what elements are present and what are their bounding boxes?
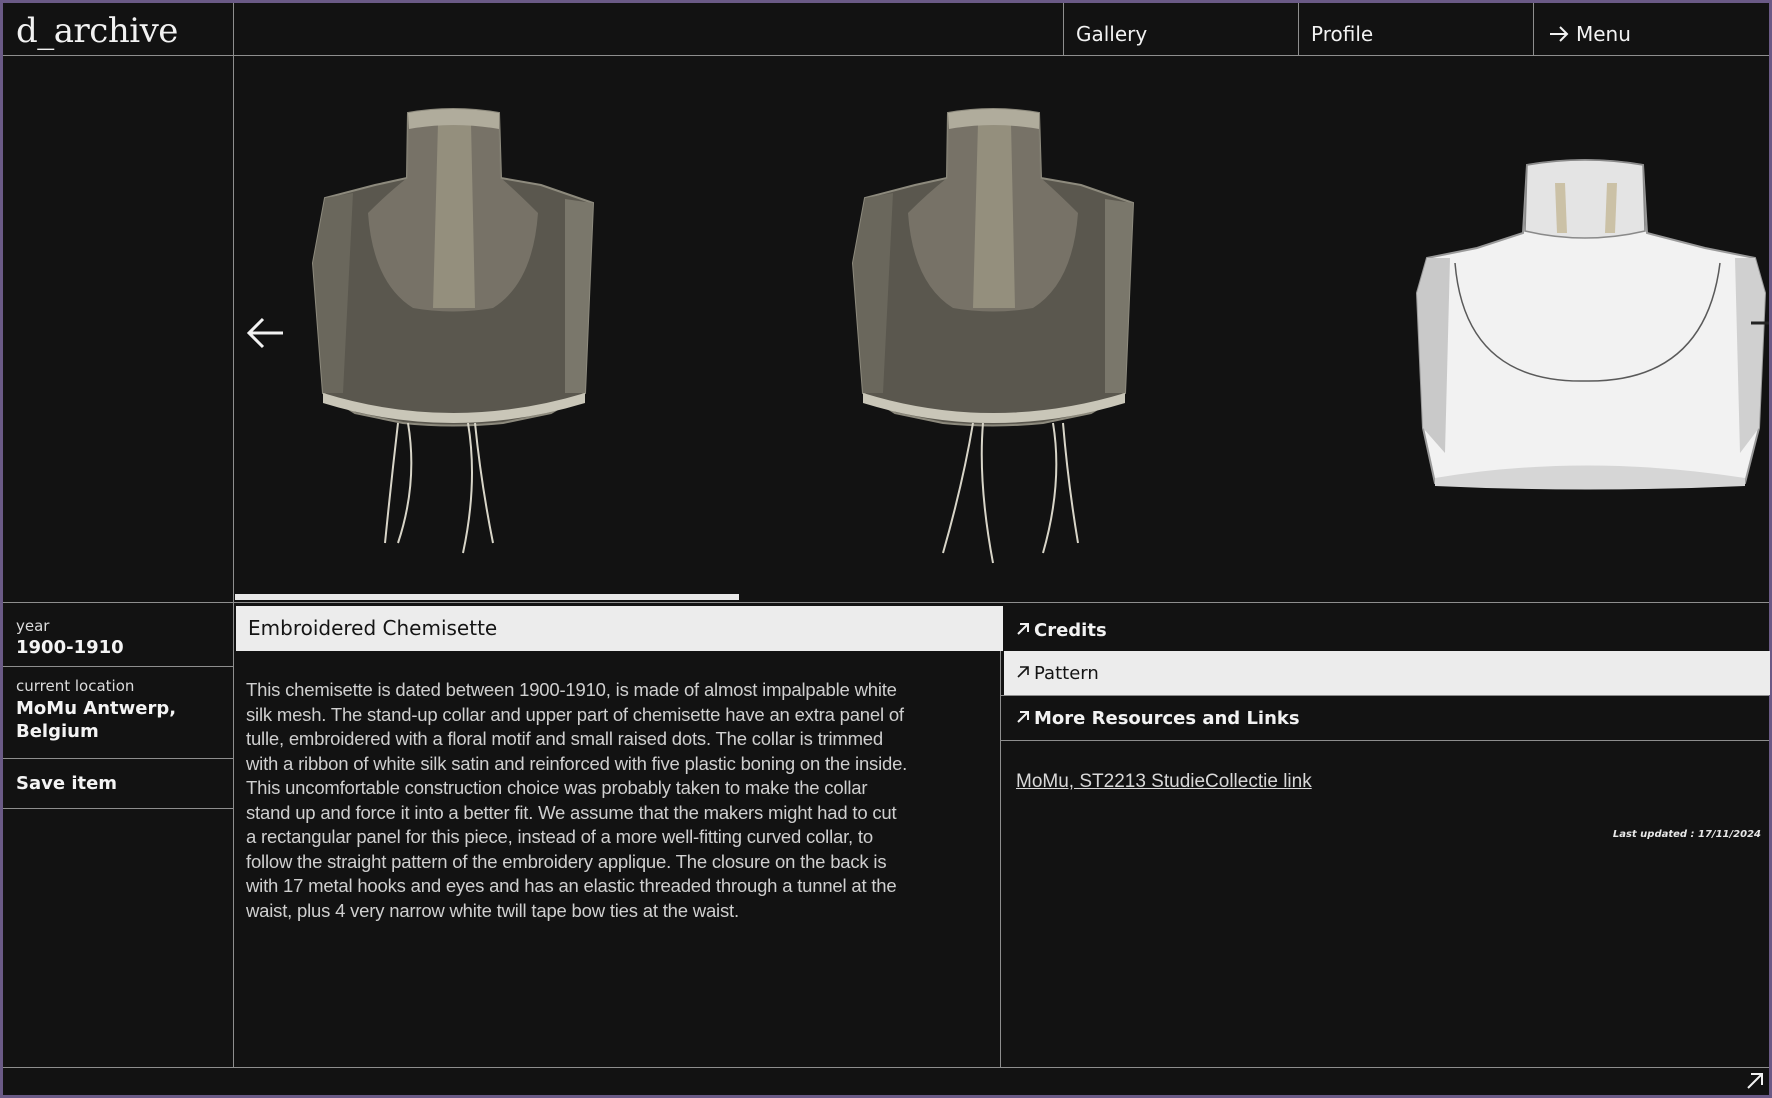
sidebar-line-1 bbox=[3, 666, 233, 667]
accordion-credits[interactable]: Credits bbox=[1004, 608, 1770, 652]
nav-profile-label: Profile bbox=[1311, 22, 1374, 46]
garment-3d-model-image[interactable] bbox=[1415, 153, 1769, 503]
last-updated: Last updated : 17/11/2024 bbox=[1612, 829, 1761, 840]
description-line: This uncomfortable construction choice w… bbox=[246, 777, 868, 798]
header-divider bbox=[3, 55, 1769, 56]
accordion-resources[interactable]: More Resources and Links bbox=[1004, 696, 1770, 740]
accordion-credits-label: Credits bbox=[1034, 620, 1107, 641]
arrow-up-right-icon[interactable] bbox=[1745, 1071, 1765, 1091]
arrow-up-right-icon bbox=[1017, 711, 1029, 723]
garment-front-image[interactable] bbox=[303, 103, 683, 573]
location-value-line2: Belgium bbox=[16, 721, 99, 742]
arrow-left-icon[interactable] bbox=[245, 313, 285, 353]
sidebar-line-3 bbox=[3, 808, 233, 809]
arrow-up-right-icon bbox=[1017, 666, 1029, 678]
accordion-pattern-label: Pattern bbox=[1034, 663, 1099, 684]
accordion-pattern[interactable]: Pattern bbox=[1004, 651, 1770, 695]
item-description: This chemisette is dated between 1900-19… bbox=[246, 678, 946, 923]
nav-gallery[interactable]: Gallery bbox=[1076, 22, 1147, 46]
location-label: current location bbox=[16, 677, 135, 695]
accordion-line-2 bbox=[1001, 740, 1769, 741]
nav-profile[interactable]: Profile bbox=[1311, 22, 1373, 46]
description-line: a rectangular panel for this piece, inst… bbox=[246, 826, 873, 847]
arrow-right-icon bbox=[1550, 26, 1569, 42]
viewer-bottom-line bbox=[3, 602, 1769, 603]
year-value: 1900-1910 bbox=[16, 637, 124, 658]
description-line: silk mesh. The stand-up collar and upper… bbox=[246, 703, 904, 725]
save-item-button[interactable]: Save item bbox=[16, 773, 117, 794]
sidebar-line-2 bbox=[3, 758, 233, 759]
nav-gallery-label: Gallery bbox=[1076, 22, 1148, 46]
location-value-line1: MoMu Antwerp, bbox=[16, 698, 177, 719]
description-line: This chemisette is dated between 1900-19… bbox=[246, 679, 897, 700]
item-title: Embroidered Chemisette bbox=[236, 606, 1003, 651]
momu-collection-link[interactable]: MoMu, ST2213 StudieCollectie link bbox=[1016, 771, 1312, 793]
description-line: with a ribbon of white silk satin and re… bbox=[246, 752, 908, 774]
year-label: year bbox=[16, 617, 50, 635]
nav-menu[interactable]: Menu bbox=[1548, 22, 1631, 46]
description-line: tulle, embroidered with a floral motif a… bbox=[246, 728, 883, 749]
description-line: stand up and force it into a better fit.… bbox=[246, 801, 897, 823]
nav-divider-2 bbox=[1298, 3, 1299, 55]
accordion-resources-label: More Resources and Links bbox=[1034, 708, 1300, 729]
nav-divider-3 bbox=[1533, 3, 1534, 55]
description-line: follow the straight pattern of the embro… bbox=[246, 850, 887, 872]
content-divider bbox=[1000, 606, 1001, 1067]
nav-menu-label: Menu bbox=[1576, 22, 1631, 46]
description-line: with 17 metal hooks and eyes and has an … bbox=[246, 875, 897, 896]
garment-back-image[interactable] bbox=[843, 103, 1223, 573]
footer-line bbox=[3, 1067, 1769, 1068]
app-frame: d_archive Gallery Profile Menu year 1900… bbox=[3, 3, 1770, 1095]
description-line: waist, plus 4 very narrow white twill ta… bbox=[246, 899, 739, 921]
sidebar-divider bbox=[233, 3, 234, 1067]
carousel-progress-bar bbox=[235, 594, 739, 600]
logo[interactable]: d_archive bbox=[16, 11, 178, 51]
arrow-up-right-icon bbox=[1017, 623, 1029, 635]
nav-divider-1 bbox=[1063, 3, 1064, 55]
